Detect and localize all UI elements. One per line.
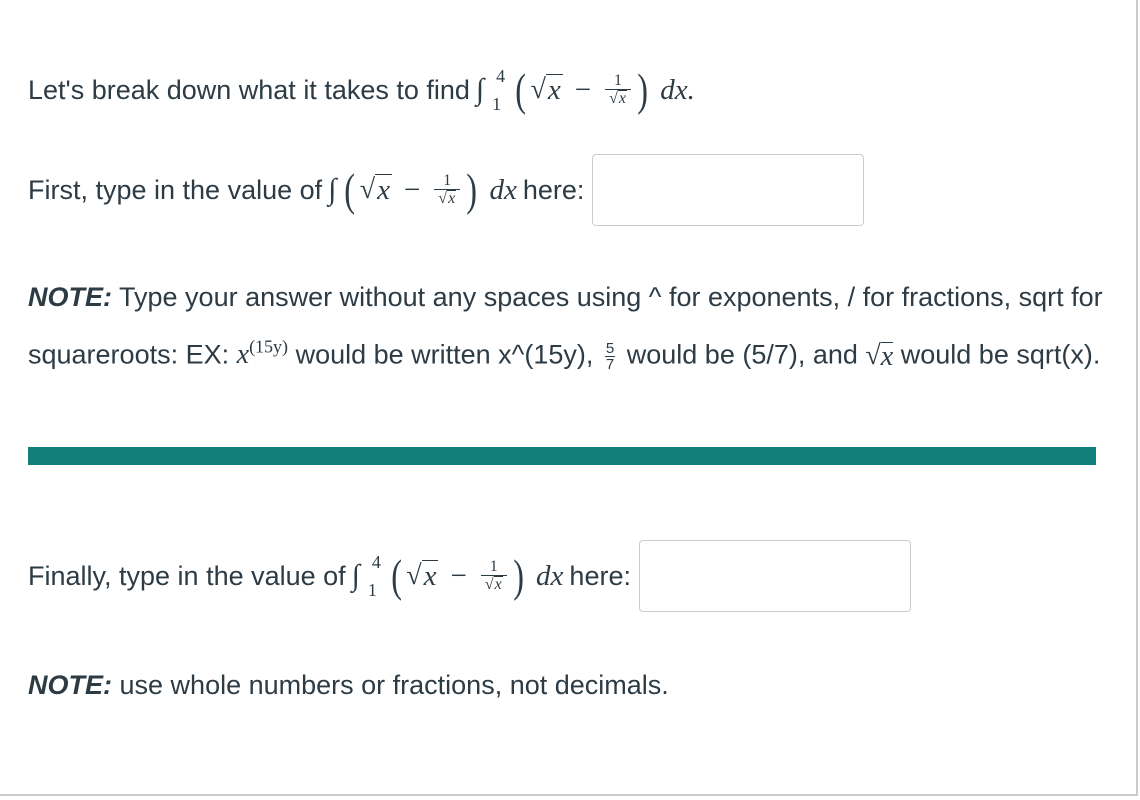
- question-panel: Let's break down what it takes to find ∫…: [0, 0, 1138, 796]
- step2-answer-input[interactable]: [638, 540, 911, 612]
- example-exponent: x(15y): [236, 337, 289, 371]
- step2-suffix: here:: [569, 560, 631, 591]
- step1-line: First, type in the value of ∫ ( √ x − 1 √…: [28, 152, 865, 228]
- step2-prefix: Finally, type in the value of: [28, 560, 346, 591]
- step1-suffix: here:: [522, 174, 585, 205]
- intro-text: Let's break down what it takes to find: [28, 74, 470, 105]
- sqrt-arg: x: [545, 74, 563, 107]
- step2-integral: ∫ 4 1 ( √ x − 1 √ x ) dx: [351, 550, 564, 601]
- section-divider: [28, 447, 1096, 465]
- note1-label: NOTE:: [28, 282, 112, 312]
- example-fraction: 5 7: [604, 339, 616, 373]
- intro-integral: ∫ 4 1 ( √ x − 1 √ x ) dx.: [475, 64, 695, 115]
- step1-prefix: First, type in the value of: [28, 174, 323, 205]
- step1-integral: ∫ ( √ x − 1 √ x ) dx: [328, 164, 517, 215]
- note2-label: NOTE:: [28, 670, 112, 700]
- dx-label: dx.: [660, 73, 695, 106]
- note1-text2: would be written x^(15y),: [295, 339, 594, 370]
- upper-limit: 4: [496, 66, 506, 86]
- note1: NOTE: Type your answer without any space…: [28, 272, 1108, 381]
- note1-text3: would be (5/7), and: [626, 339, 858, 370]
- step1-answer-input[interactable]: [592, 154, 865, 226]
- note2-text: use whole numbers or fractions, not deci…: [119, 670, 669, 700]
- step2-line: Finally, type in the value of ∫ 4 1 ( √ x…: [28, 538, 911, 614]
- frac-numerator: 1: [614, 71, 622, 89]
- example-sqrt: √ x: [865, 340, 894, 372]
- intro-line: Let's break down what it takes to find ∫…: [28, 60, 701, 120]
- note1-text4: would be sqrt(x).: [900, 339, 1101, 370]
- note2: NOTE: use whole numbers or fractions, no…: [28, 660, 1108, 710]
- lower-limit: 1: [492, 94, 502, 114]
